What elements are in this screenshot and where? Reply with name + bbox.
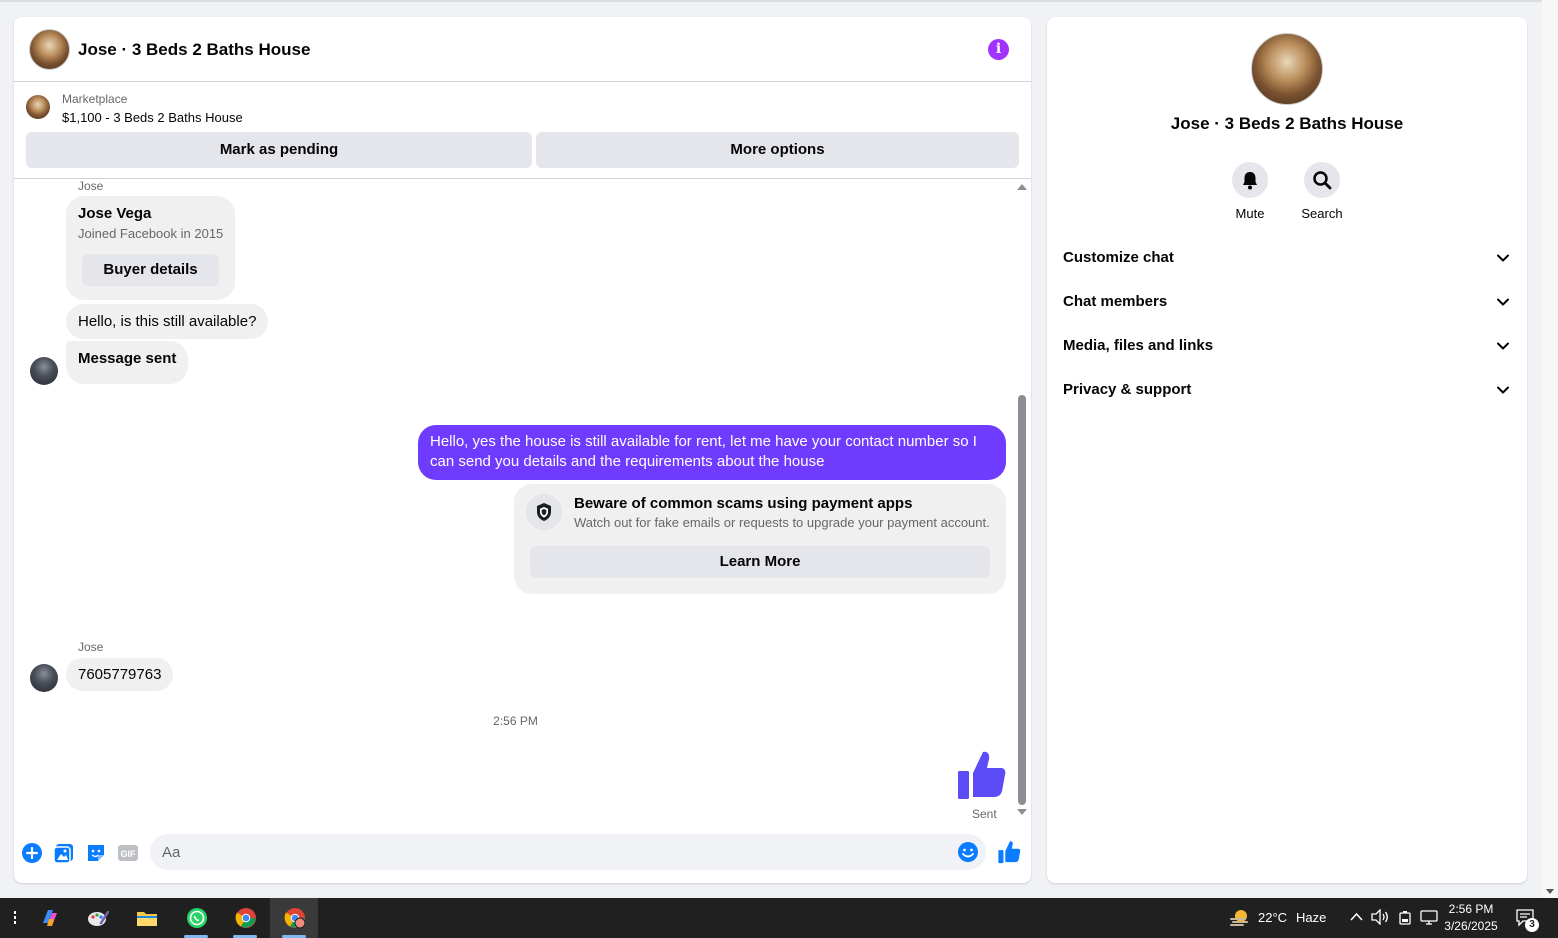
chrome-profile-icon[interactable] [270,898,318,938]
mute-button[interactable]: Mute [1220,162,1280,221]
message-input[interactable] [150,834,986,870]
message-bubble[interactable]: 7605779763 [66,658,174,691]
listing-title[interactable]: $1,100 - 3 Beds 2 Baths House [62,110,243,125]
buyer-name: Jose Vega [78,205,152,222]
row-label: Privacy & support [1063,381,1192,398]
scroll-down-arrow-icon[interactable] [1546,889,1554,894]
chevron-down-icon [1497,254,1509,262]
mark-as-pending-button[interactable]: Mark as pending [26,132,532,168]
marketplace-bar: Marketplace $1,100 - 3 Beds 2 Baths Hous… [14,83,1031,179]
start-icon[interactable] [0,898,28,938]
copilot-icon[interactable] [25,898,73,938]
chat-header: Jose · 3 Beds 2 Baths House i [14,17,1031,82]
search-button[interactable]: Search [1292,162,1352,221]
row-label: Chat members [1063,293,1168,310]
gif-icon[interactable]: GIF [117,842,139,864]
sent-status: Sent [972,807,997,821]
emoji-icon[interactable] [957,841,979,863]
chat-title[interactable]: Jose · 3 Beds 2 Baths House [78,40,310,60]
buyer-joined-date: Joined Facebook in 2015 [78,226,224,241]
search-label: Search [1301,206,1343,221]
profile-avatar[interactable] [1251,33,1323,105]
battery-icon[interactable] [1398,910,1412,925]
media-files-links-row[interactable]: Media, files and links [1047,325,1527,369]
scrollbar-thumb[interactable] [1018,395,1026,805]
window-scrollbar[interactable] [1542,0,1558,898]
chrome-icon[interactable] [221,898,269,938]
clock-date: 3/26/2025 [1444,919,1498,933]
outgoing-message-bubble[interactable]: Hello, yes the house is still available … [418,425,1006,480]
windows-taskbar: 22°C Haze 2:56 PM 3/26/2025 3 [0,898,1558,938]
messages-scrollbar[interactable] [1016,180,1028,820]
svg-text:GIF: GIF [121,849,137,859]
bell-icon [1232,162,1268,198]
mute-label: Mute [1235,206,1265,221]
weather-haze-icon[interactable] [1214,898,1262,938]
privacy-support-row[interactable]: Privacy & support [1047,369,1527,413]
message-bubble[interactable]: Hello, is this still available? [66,304,269,339]
row-label: Media, files and links [1063,337,1214,354]
like-icon[interactable] [997,840,1021,864]
plus-icon[interactable] [21,842,43,864]
file-explorer-icon[interactable] [122,898,170,938]
paint-icon[interactable] [73,898,121,938]
row-label: Customize chat [1063,249,1174,266]
chevron-down-icon [1497,342,1509,350]
clock-time: 2:56 PM [1448,902,1494,916]
weather-description[interactable]: Haze [1296,910,1326,925]
learn-more-button[interactable]: Learn More [530,546,990,578]
more-options-button[interactable]: More options [536,132,1019,168]
buyer-details-button[interactable]: Buyer details [82,254,219,286]
notifications-icon[interactable]: 3 [1516,909,1539,932]
whatsapp-icon[interactable] [172,898,220,938]
listing-thumbnail[interactable] [26,95,50,119]
scam-warning-title: Beware of common scams using payment app… [574,495,913,512]
photo-icon[interactable] [53,842,75,864]
scam-warning-description: Watch out for fake emails or requests to… [574,515,990,530]
info-icon[interactable]: i [988,39,1009,60]
chat-members-row[interactable]: Chat members [1047,281,1527,325]
volume-icon[interactable] [1371,909,1389,925]
message-timestamp: 2:56 PM [493,714,538,728]
marketplace-label: Marketplace [62,92,128,106]
sender-avatar[interactable] [30,664,58,692]
sender-name: Jose [78,179,104,193]
shield-icon [526,494,562,530]
notification-count-badge: 3 [1525,918,1539,932]
message-bubble[interactable]: Message sent [66,341,189,384]
sender-name: Jose [78,640,104,654]
weather-temperature[interactable]: 22°C [1258,910,1287,925]
chevron-down-icon [1497,386,1509,394]
sender-avatar[interactable] [30,357,58,385]
scroll-up-arrow-icon[interactable] [1017,184,1027,190]
top-divider [0,0,1542,2]
thumbs-up-icon[interactable] [956,749,1006,801]
search-icon [1304,162,1340,198]
chat-panel: Jose · 3 Beds 2 Baths House i Marketplac… [14,17,1031,883]
customize-chat-row[interactable]: Customize chat [1047,237,1527,281]
scroll-down-arrow-icon[interactable] [1017,809,1027,815]
chevron-down-icon [1497,298,1509,306]
system-clock[interactable]: 2:56 PM 3/26/2025 [1436,901,1506,935]
buyer-profile-card: Jose Vega Joined Facebook in 2015 Buyer … [66,196,235,300]
scam-warning-card: Beware of common scams using payment app… [514,484,1006,594]
sticker-icon[interactable] [85,842,107,864]
panel-title: Jose · 3 Beds 2 Baths House [1170,114,1404,133]
chat-info-panel: Jose · 3 Beds 2 Baths House Mute Search … [1047,17,1527,883]
chat-avatar[interactable] [29,29,70,70]
chevron-up-icon[interactable] [1350,912,1363,922]
